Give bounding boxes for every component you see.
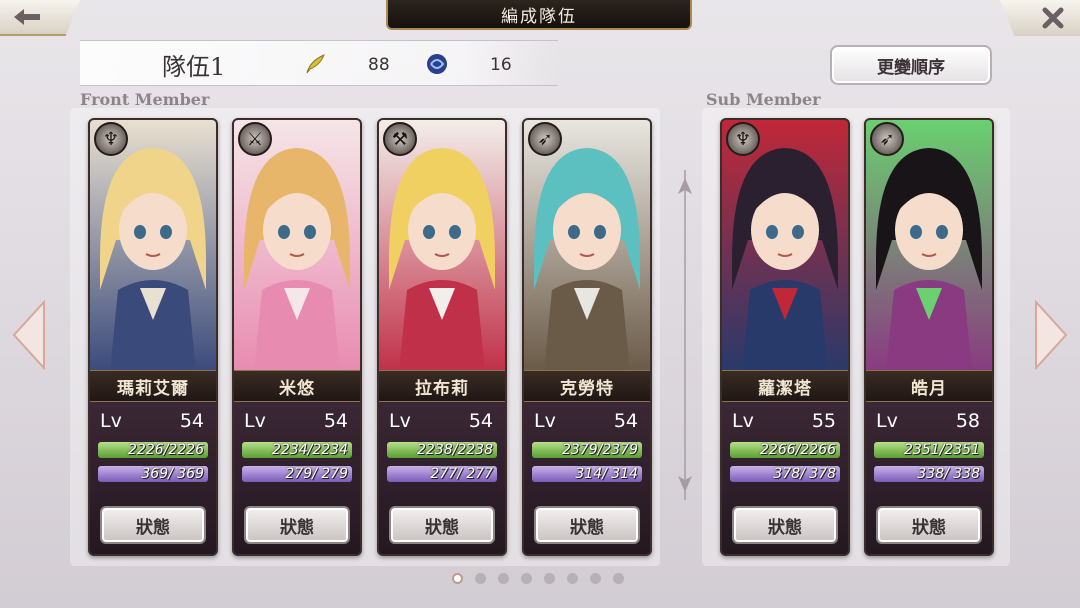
- hp-text: 2226/2226: [128, 442, 204, 458]
- character-portrait: [379, 120, 505, 372]
- character-name: 克勞特: [524, 370, 650, 402]
- mp-bar: 338/ 338: [874, 466, 984, 482]
- front-member-card[interactable]: ➶ 克勞特 Lv 54 2379/2379 314/ 314 狀態: [522, 118, 652, 556]
- staff-icon: ♆: [726, 122, 760, 156]
- section-divider: [678, 170, 692, 500]
- hp-bar: 2234/2234: [242, 442, 352, 458]
- status-button[interactable]: 狀態: [389, 506, 495, 544]
- page-dot[interactable]: [613, 573, 624, 584]
- next-page-arrow[interactable]: [1032, 300, 1070, 370]
- hp-text: 2234/2234: [272, 442, 348, 458]
- prev-page-arrow[interactable]: [10, 300, 48, 370]
- level-value: 54: [468, 410, 493, 432]
- level-value: 54: [323, 410, 348, 432]
- orb-icon: [427, 54, 447, 74]
- character-stats: Lv 58 2351/2351 338/ 338 狀態: [866, 402, 992, 554]
- sub-member-label: Sub Member: [706, 90, 821, 109]
- sword-icon: ⚔: [238, 122, 272, 156]
- character-portrait: [524, 120, 650, 372]
- sub-member-card[interactable]: ♆ 蘿潔塔 Lv 55 2266/2266 378/ 378 狀態: [720, 118, 850, 556]
- mp-bar: 277/ 277: [387, 466, 497, 482]
- bow-icon: ➶: [870, 122, 904, 156]
- page-indicator: [452, 573, 624, 584]
- page-dot[interactable]: [452, 573, 463, 584]
- status-button[interactable]: 狀態: [100, 506, 206, 544]
- hp-text: 2379/2379: [562, 442, 638, 458]
- level-label: Lv: [389, 410, 411, 432]
- level-label: Lv: [732, 410, 754, 432]
- page-dot[interactable]: [475, 573, 486, 584]
- hp-bar: 2226/2226: [98, 442, 208, 458]
- hp-bar: 2266/2266: [730, 442, 840, 458]
- feather-icon: [306, 54, 325, 74]
- level-label: Lv: [876, 410, 898, 432]
- status-button[interactable]: 狀態: [876, 506, 982, 544]
- close-icon: [1042, 7, 1064, 29]
- level-value: 54: [179, 410, 204, 432]
- character-portrait: [722, 120, 848, 372]
- character-stats: Lv 54 2234/2234 279/ 279 狀態: [234, 402, 360, 554]
- front-member-card[interactable]: ⚔ 米悠 Lv 54 2234/2234 279/ 279 狀態: [232, 118, 362, 556]
- character-name: 蘿潔塔: [722, 370, 848, 402]
- hp-text: 2238/2238: [417, 442, 493, 458]
- level-value: 58: [955, 410, 980, 432]
- character-stats: Lv 55 2266/2266 378/ 378 狀態: [722, 402, 848, 554]
- level-label: Lv: [534, 410, 556, 432]
- feather-value: 88: [368, 55, 390, 75]
- front-member-label: Front Member: [80, 90, 210, 109]
- mp-bar: 314/ 314: [532, 466, 642, 482]
- front-member-card[interactable]: ⚒ 拉布莉 Lv 54 2238/2238 277/ 277 狀態: [377, 118, 507, 556]
- character-portrait: [90, 120, 216, 372]
- change-order-button[interactable]: 更變順序: [830, 45, 992, 85]
- mp-bar: 369/ 369: [98, 466, 208, 482]
- page-dot[interactable]: [498, 573, 509, 584]
- front-member-card[interactable]: ♆ 瑪莉艾爾 Lv 54 2226/2226 369/ 369 狀態: [88, 118, 218, 556]
- mp-text: 277/ 277: [430, 466, 493, 482]
- hp-text: 2351/2351: [904, 442, 980, 458]
- mp-text: 378/ 378: [773, 466, 836, 482]
- staff-icon: ♆: [94, 122, 128, 156]
- back-button[interactable]: [0, 0, 80, 36]
- mp-text: 279/ 279: [285, 466, 348, 482]
- character-name: 米悠: [234, 370, 360, 402]
- hp-text: 2266/2266: [760, 442, 836, 458]
- character-portrait: [234, 120, 360, 372]
- character-stats: Lv 54 2238/2238 277/ 277 狀態: [379, 402, 505, 554]
- level-value: 54: [613, 410, 638, 432]
- page-title: 編成隊伍: [386, 0, 692, 30]
- hp-bar: 2379/2379: [532, 442, 642, 458]
- sub-member-card[interactable]: ➶ 皓月 Lv 58 2351/2351 338/ 338 狀態: [864, 118, 994, 556]
- level-value: 55: [811, 410, 836, 432]
- team-header: 隊伍1 88 16: [80, 40, 558, 86]
- character-stats: Lv 54 2379/2379 314/ 314 狀態: [524, 402, 650, 554]
- hp-bar: 2351/2351: [874, 442, 984, 458]
- team-name: 隊伍1: [162, 53, 226, 81]
- character-name: 拉布莉: [379, 370, 505, 402]
- hammer-icon: ⚒: [383, 122, 417, 156]
- hp-bar: 2238/2238: [387, 442, 497, 458]
- page-dot[interactable]: [521, 573, 532, 584]
- mp-text: 369/ 369: [141, 466, 204, 482]
- mp-bar: 279/ 279: [242, 466, 352, 482]
- character-stats: Lv 54 2226/2226 369/ 369 狀態: [90, 402, 216, 554]
- character-portrait: [866, 120, 992, 372]
- character-name: 瑪莉艾爾: [90, 370, 216, 402]
- level-label: Lv: [100, 410, 122, 432]
- bow-icon: ➶: [528, 122, 562, 156]
- character-name: 皓月: [866, 370, 992, 402]
- mp-bar: 378/ 378: [730, 466, 840, 482]
- page-dot[interactable]: [567, 573, 578, 584]
- page-dot[interactable]: [544, 573, 555, 584]
- mp-text: 314/ 314: [575, 466, 638, 482]
- mp-text: 338/ 338: [917, 466, 980, 482]
- close-button[interactable]: [1000, 0, 1080, 36]
- left-arrow-icon: [14, 9, 40, 25]
- level-label: Lv: [244, 410, 266, 432]
- page-dot[interactable]: [590, 573, 601, 584]
- status-button[interactable]: 狀態: [244, 506, 350, 544]
- status-button[interactable]: 狀態: [732, 506, 838, 544]
- status-button[interactable]: 狀態: [534, 506, 640, 544]
- orb-value: 16: [490, 55, 512, 75]
